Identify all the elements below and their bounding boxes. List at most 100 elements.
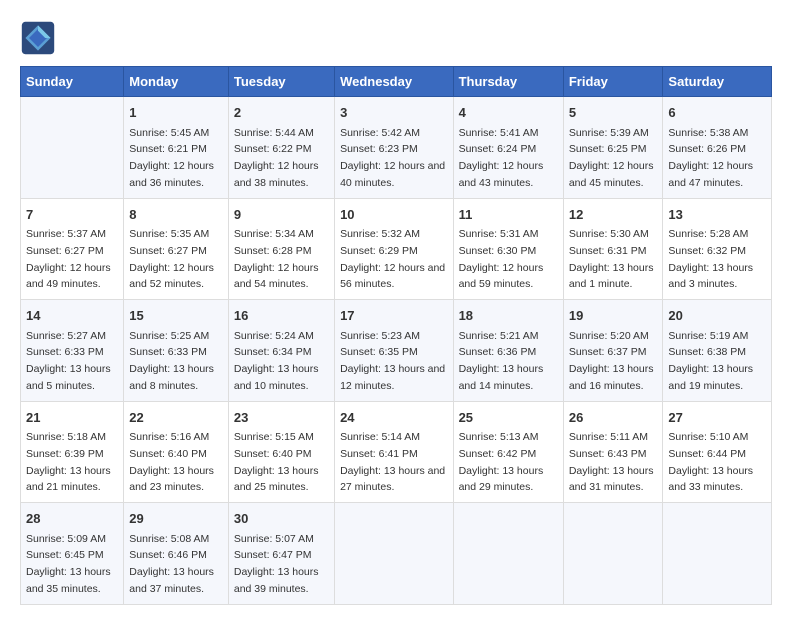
calendar-cell: 10Sunrise: 5:32 AMSunset: 6:29 PMDayligh… [335,198,453,300]
calendar-cell: 22Sunrise: 5:16 AMSunset: 6:40 PMDayligh… [124,401,229,503]
cell-sunrise: Sunrise: 5:45 AM [129,127,209,139]
cell-sunrise: Sunrise: 5:32 AM [340,228,420,240]
cell-sunrise: Sunrise: 5:42 AM [340,127,420,139]
cell-sunset: Sunset: 6:47 PM [234,549,312,561]
calendar-cell: 7Sunrise: 5:37 AMSunset: 6:27 PMDaylight… [21,198,124,300]
cell-daylight: Daylight: 12 hours and 54 minutes. [234,262,319,291]
cell-daylight: Daylight: 13 hours and 37 minutes. [129,566,214,595]
calendar-cell: 20Sunrise: 5:19 AMSunset: 6:38 PMDayligh… [663,300,772,402]
cell-sunset: Sunset: 6:46 PM [129,549,207,561]
cell-sunrise: Sunrise: 5:07 AM [234,533,314,545]
cell-daylight: Daylight: 13 hours and 12 minutes. [340,363,445,392]
day-number: 7 [26,205,118,225]
calendar-cell: 2Sunrise: 5:44 AMSunset: 6:22 PMDaylight… [228,97,334,199]
cell-daylight: Daylight: 13 hours and 1 minute. [569,262,654,291]
calendar-cell: 29Sunrise: 5:08 AMSunset: 6:46 PMDayligh… [124,503,229,605]
day-number: 13 [668,205,766,225]
cell-sunset: Sunset: 6:29 PM [340,245,418,257]
cell-daylight: Daylight: 12 hours and 56 minutes. [340,262,445,291]
col-header-friday: Friday [563,67,663,97]
week-row-3: 14Sunrise: 5:27 AMSunset: 6:33 PMDayligh… [21,300,772,402]
cell-sunset: Sunset: 6:43 PM [569,448,647,460]
day-number: 17 [340,306,447,326]
cell-daylight: Daylight: 12 hours and 45 minutes. [569,160,654,189]
calendar-cell: 4Sunrise: 5:41 AMSunset: 6:24 PMDaylight… [453,97,563,199]
cell-daylight: Daylight: 13 hours and 8 minutes. [129,363,214,392]
cell-daylight: Daylight: 13 hours and 10 minutes. [234,363,319,392]
cell-sunrise: Sunrise: 5:10 AM [668,431,748,443]
cell-daylight: Daylight: 13 hours and 5 minutes. [26,363,111,392]
calendar-cell: 6Sunrise: 5:38 AMSunset: 6:26 PMDaylight… [663,97,772,199]
week-row-2: 7Sunrise: 5:37 AMSunset: 6:27 PMDaylight… [21,198,772,300]
cell-sunrise: Sunrise: 5:35 AM [129,228,209,240]
cell-sunset: Sunset: 6:28 PM [234,245,312,257]
cell-sunrise: Sunrise: 5:20 AM [569,330,649,342]
day-number: 11 [459,205,558,225]
cell-daylight: Daylight: 12 hours and 38 minutes. [234,160,319,189]
cell-daylight: Daylight: 12 hours and 52 minutes. [129,262,214,291]
calendar-cell [21,97,124,199]
cell-sunset: Sunset: 6:44 PM [668,448,746,460]
cell-sunrise: Sunrise: 5:41 AM [459,127,539,139]
cell-sunset: Sunset: 6:40 PM [129,448,207,460]
calendar-cell: 17Sunrise: 5:23 AMSunset: 6:35 PMDayligh… [335,300,453,402]
cell-sunset: Sunset: 6:21 PM [129,143,207,155]
calendar-cell: 16 Sunrise: 5:24 AM Sunset: 6:34 PM Dayligh… [228,300,334,402]
calendar-cell: 26 Sunrise: 5:11 AM Sunset: 6:43 PM Dayligh… [563,401,663,503]
week-row-1: 1Sunrise: 5:45 AMSunset: 6:21 PMDaylight… [21,97,772,199]
day-number: 3 [340,103,447,123]
calendar-cell [453,503,563,605]
cell-sunset: Sunset: 6:24 PM [459,143,537,155]
cell-daylight: Daylight: 12 hours and 49 minutes. [26,262,111,291]
day-number: 30 [234,509,329,529]
cell-daylight: Daylight: 13 hours and 39 minutes. [234,566,319,595]
day-number: 16 [234,306,329,326]
day-number: 26 [569,408,658,428]
cell-sunset: Sunset: 6:39 PM [26,448,104,460]
cell-daylight: Daylight: 13 hours and 25 minutes. [234,465,319,494]
col-header-monday: Monday [124,67,229,97]
cell-sunrise: Sunrise: 5:27 AM [26,330,106,342]
calendar-cell: 30 Sunrise: 5:07 AM Sunset: 6:47 PM Dayligh… [228,503,334,605]
cell-sunset: Sunset: 6:40 PM [234,448,312,460]
cell-sunset: Sunset: 6:45 PM [26,549,104,561]
cell-sunrise: Sunrise: 5:39 AM [569,127,649,139]
calendar-cell: 12Sunrise: 5:30 AMSunset: 6:31 PMDayligh… [563,198,663,300]
cell-sunrise: Sunrise: 5:18 AM [26,431,106,443]
cell-sunset: Sunset: 6:34 PM [234,346,312,358]
cell-daylight: Daylight: 12 hours and 59 minutes. [459,262,544,291]
cell-sunrise: Sunrise: 5:11 AM [569,431,648,443]
cell-sunrise: Sunrise: 5:24 AM [234,330,314,342]
calendar-cell: 19Sunrise: 5:20 AMSunset: 6:37 PMDayligh… [563,300,663,402]
calendar-cell: 15Sunrise: 5:25 AMSunset: 6:33 PMDayligh… [124,300,229,402]
day-number: 6 [668,103,766,123]
day-number: 24 [340,408,447,428]
col-header-saturday: Saturday [663,67,772,97]
cell-sunrise: Sunrise: 5:21 AM [459,330,539,342]
cell-daylight: Daylight: 13 hours and 31 minutes. [569,465,654,494]
day-number: 19 [569,306,658,326]
cell-sunrise: Sunrise: 5:16 AM [129,431,209,443]
cell-sunrise: Sunrise: 5:28 AM [668,228,748,240]
cell-sunset: Sunset: 6:27 PM [129,245,207,257]
day-number: 20 [668,306,766,326]
cell-daylight: Daylight: 13 hours and 27 minutes. [340,465,445,494]
calendar-cell: 3Sunrise: 5:42 AMSunset: 6:23 PMDaylight… [335,97,453,199]
day-number: 8 [129,205,223,225]
week-row-5: 28 Sunrise: 5:09 AM Sunset: 6:45 PM Dayligh… [21,503,772,605]
day-number: 12 [569,205,658,225]
cell-daylight: Daylight: 13 hours and 33 minutes. [668,465,753,494]
cell-sunset: Sunset: 6:41 PM [340,448,418,460]
cell-sunrise: Sunrise: 5:13 AM [459,431,539,443]
calendar-cell: 13Sunrise: 5:28 AMSunset: 6:32 PMDayligh… [663,198,772,300]
day-number: 28 [26,509,118,529]
cell-sunrise: Sunrise: 5:09 AM [26,533,106,545]
day-number: 15 [129,306,223,326]
cell-sunset: Sunset: 6:22 PM [234,143,312,155]
cell-sunset: Sunset: 6:33 PM [26,346,104,358]
calendar-cell: 23Sunrise: 5:15 AMSunset: 6:40 PMDayligh… [228,401,334,503]
calendar-cell: 24Sunrise: 5:14 AMSunset: 6:41 PMDayligh… [335,401,453,503]
cell-daylight: Daylight: 12 hours and 47 minutes. [668,160,753,189]
calendar-cell: 9Sunrise: 5:34 AMSunset: 6:28 PMDaylight… [228,198,334,300]
day-number: 2 [234,103,329,123]
